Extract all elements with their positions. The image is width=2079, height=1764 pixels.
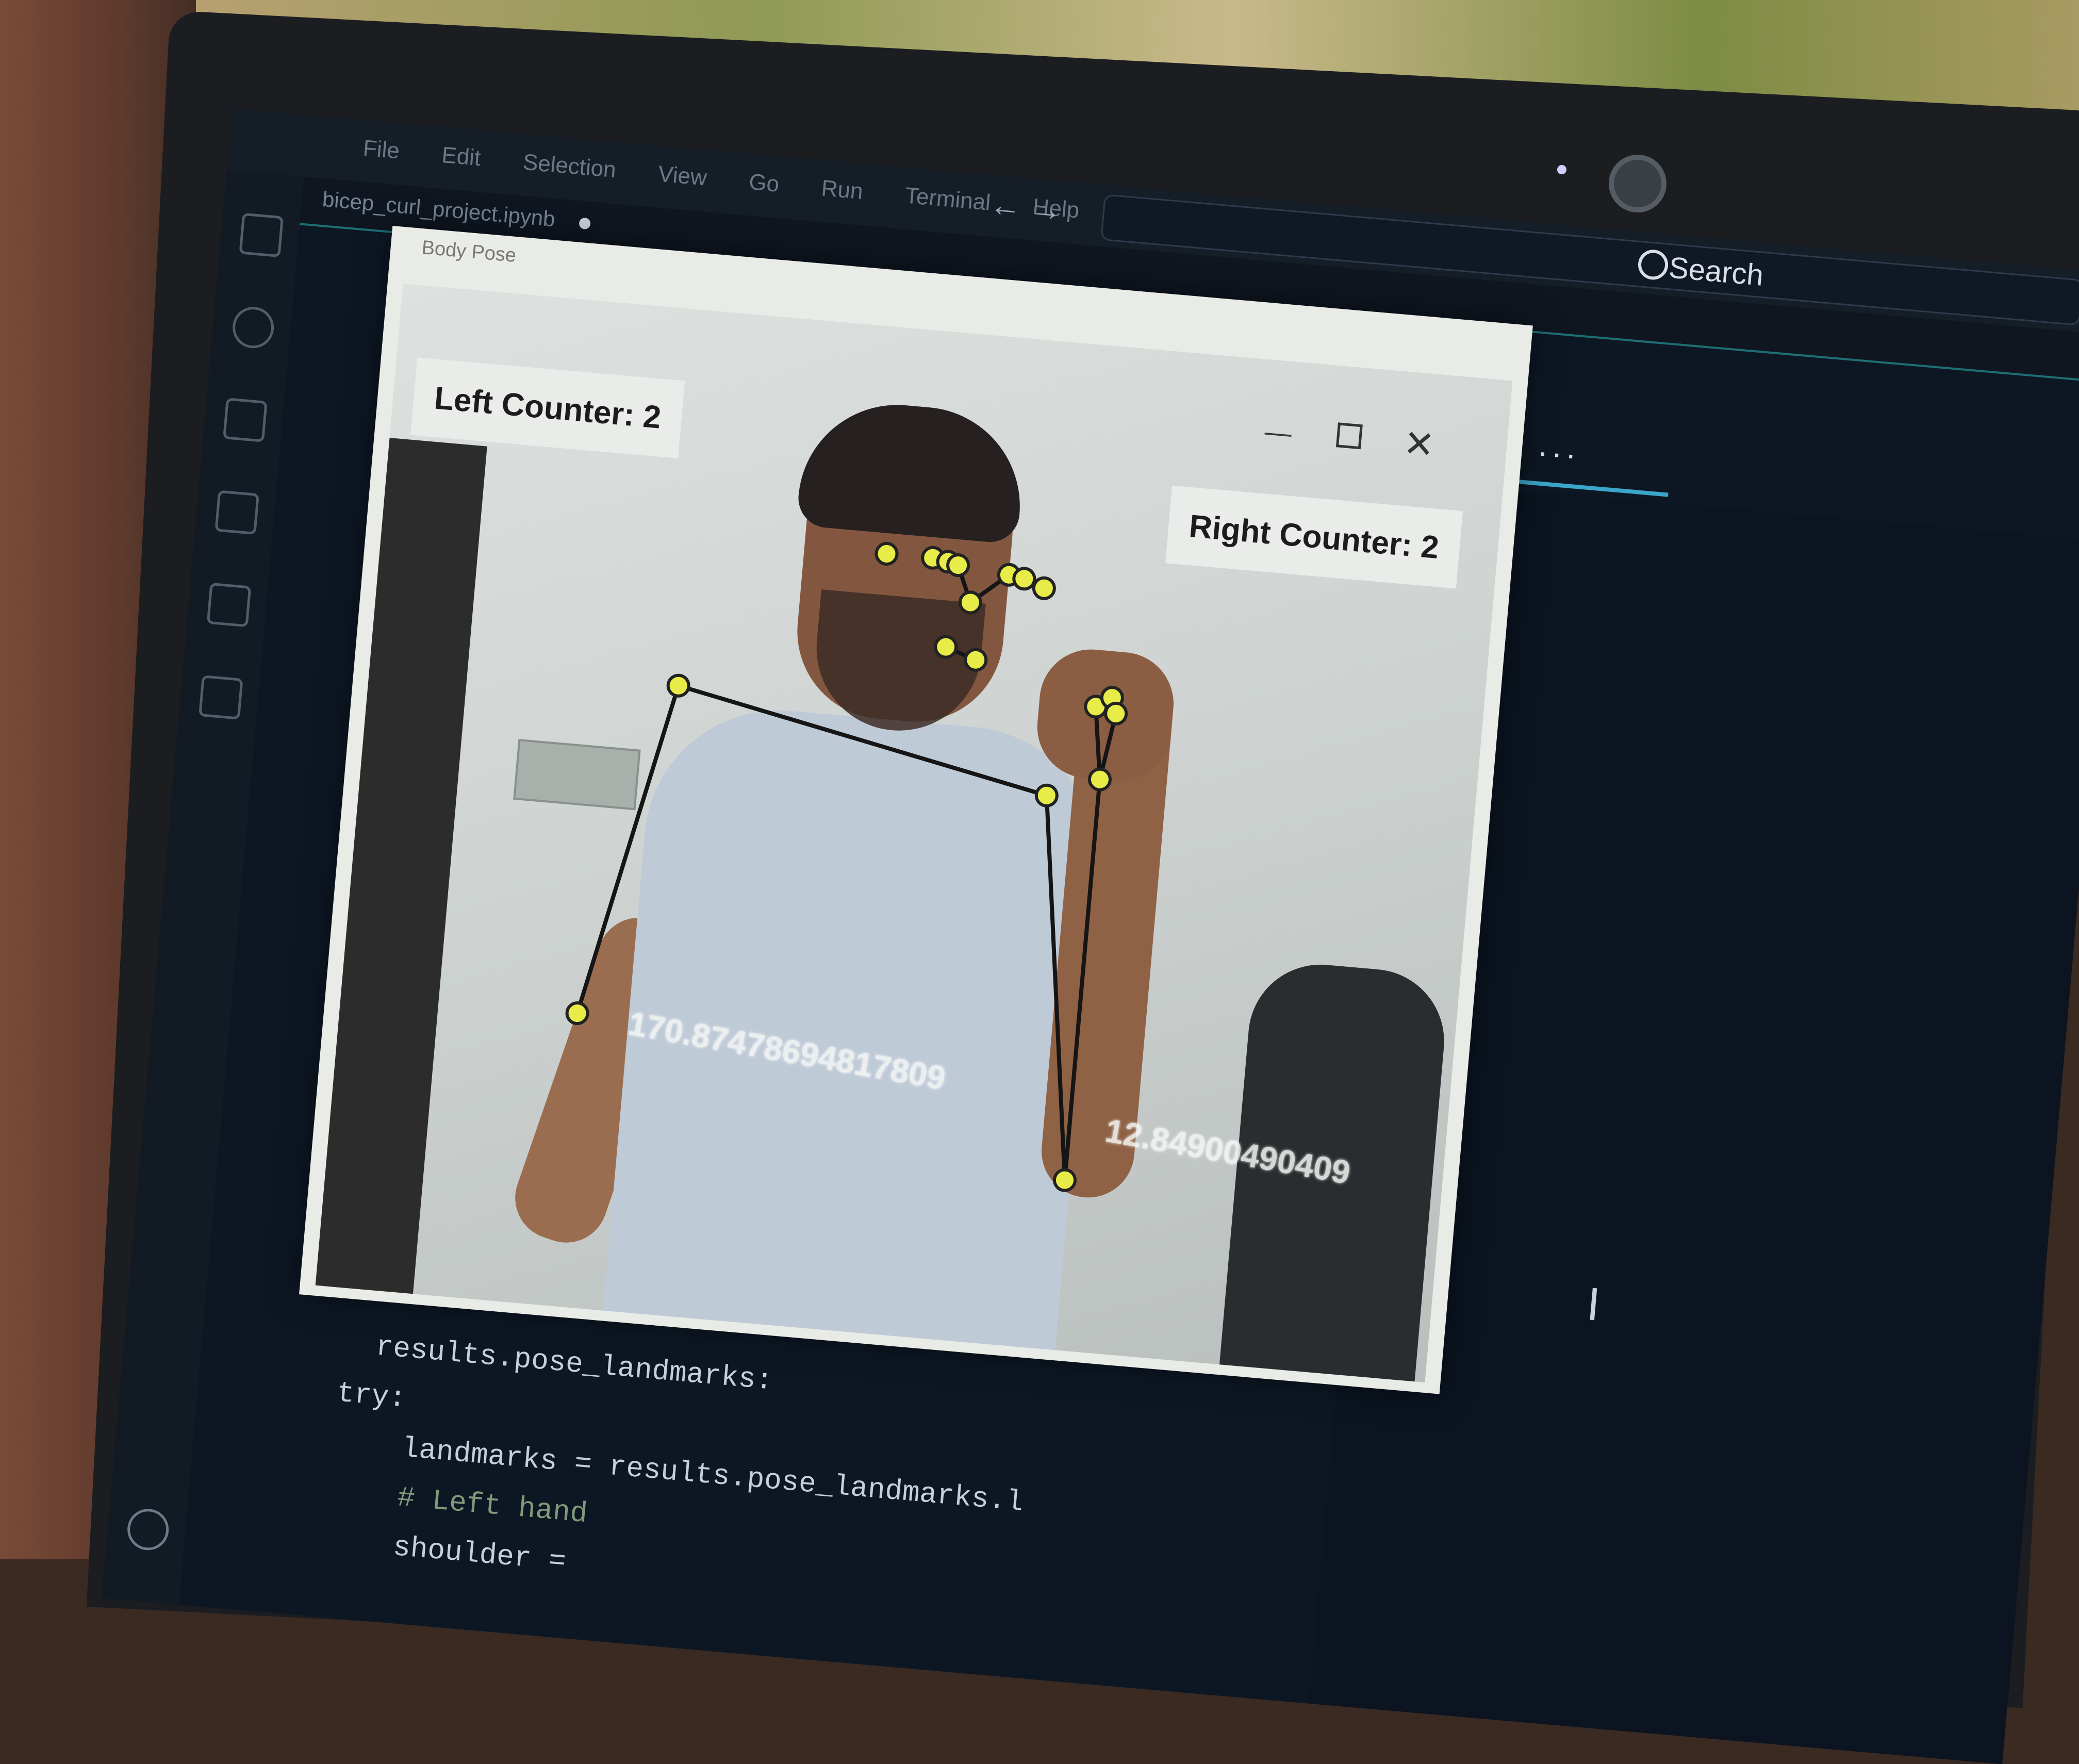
laptop-screen: File Edit Selection View Go Run Terminal… [102,108,2079,1764]
skeleton-bone [575,685,681,1014]
skeleton-bone [1044,795,1067,1180]
menu-selection[interactable]: Selection [522,150,617,184]
testing-flask-icon[interactable] [199,675,243,720]
menu-go[interactable]: Go [748,169,781,197]
landmark-joint-l_shoulder [666,673,690,698]
skeleton-bone [1062,779,1102,1181]
maximize-icon[interactable] [1335,422,1363,450]
search-icon[interactable] [230,305,276,350]
search-icon [1637,248,1670,281]
source-control-icon[interactable] [223,398,268,442]
menu-terminal[interactable]: Terminal [904,183,992,216]
landmark-joint-mouth_l [934,635,958,659]
pose-skeleton-overlay [565,541,1128,1192]
landmark-joint-nose [958,590,982,615]
unsaved-dot-icon [579,217,591,230]
skeleton-bone [678,683,1047,798]
camera-led [1557,165,1566,174]
landmark-joint-eye_r2 [1012,567,1036,591]
landmark-joint-r_shoulder [1034,783,1059,807]
menu-edit[interactable]: Edit [441,142,482,171]
explorer-icon[interactable] [239,212,284,258]
minimize-icon[interactable]: — [1263,416,1293,449]
landmark-joint-r_hand3 [1104,701,1128,726]
webcam [1609,155,1666,212]
camera-feed: Left Counter: 2 Right Counter: 2 170.874… [315,284,1513,1383]
nav-arrows: ← → [988,186,1064,229]
window-title: Body Pose [421,237,517,267]
landmark-joint-ear_r [1032,576,1056,600]
landmark-joint-l_elbow [565,1001,589,1026]
account-icon[interactable] [125,1507,171,1552]
landmark-joint-eye_l3 [946,553,970,578]
menu-file[interactable]: File [362,136,401,164]
extensions-icon[interactable] [206,582,252,628]
menu-view[interactable]: View [657,161,707,191]
back-arrow-icon[interactable]: ← [988,187,1023,225]
search-label: Search [1667,251,1765,292]
landmark-joint-ear_l [874,541,899,566]
skeleton-joints [565,541,1128,1192]
code-cell[interactable]: results.pose_landmarks: try: landmarks =… [322,1319,1034,1626]
run-debug-icon[interactable] [214,490,260,535]
menu-run[interactable]: Run [820,175,864,205]
skeleton-bones [575,564,1118,1181]
forward-arrow-icon[interactable]: → [1029,190,1064,228]
landmark-joint-r_wrist [1087,767,1112,792]
landmark-joint-mouth_r [964,648,988,672]
more-actions-icon[interactable]: ··· [1536,432,1581,474]
landmark-joint-r_elbow [1052,1168,1077,1192]
body-pose-window[interactable]: Body Pose Left Counter: 2 Right Counter:… [299,226,1533,1394]
close-icon[interactable]: ✕ [1401,421,1437,467]
